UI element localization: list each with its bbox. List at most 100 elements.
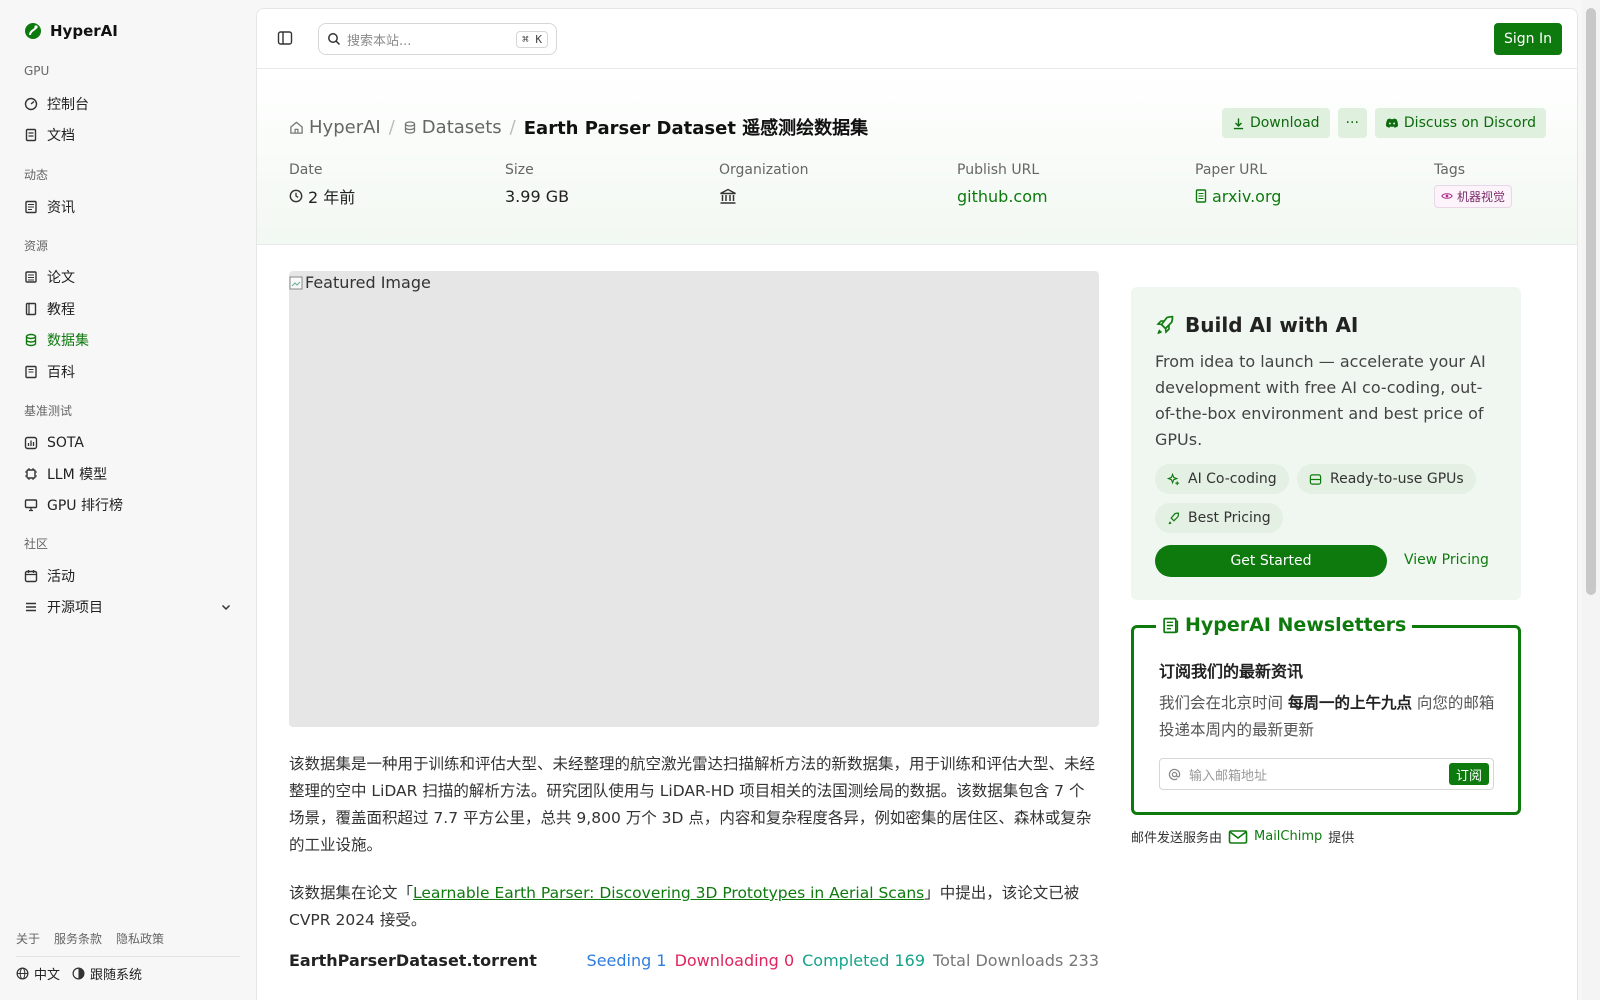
theme-switch[interactable]: 跟随系统	[72, 964, 142, 983]
downloading-count: 0	[783, 951, 795, 970]
newsletter-title: HyperAI Newsletters	[1156, 614, 1413, 636]
sidebar-toggle-icon[interactable]	[277, 30, 293, 46]
meta-tags-label: Tags	[1434, 162, 1465, 178]
email-form: 输入邮箱地址 订阅	[1159, 758, 1494, 790]
newsletter-box: HyperAI Newsletters 订阅我们的最新资讯 我们会在北京时间 每…	[1131, 614, 1521, 815]
torrent-file-link[interactable]: EarthParserDataset.torrent	[289, 951, 537, 970]
email-input[interactable]: 输入邮箱地址	[1189, 765, 1441, 784]
sidebar-item-label: 文档	[47, 128, 75, 144]
featured-image-alt: Featured Image	[289, 273, 431, 292]
newsletter-text-bold: 每周一的上午九点	[1287, 694, 1412, 712]
language-switch[interactable]: 中文	[16, 964, 60, 983]
get-started-button[interactable]: Get Started	[1155, 545, 1387, 577]
chip-label: Best Pricing	[1188, 510, 1271, 526]
breadcrumb-home[interactable]: HyperAI	[289, 117, 381, 138]
paper-url-link[interactable]: arxiv.org	[1195, 186, 1281, 206]
section-label-resources: 资源	[24, 239, 49, 253]
tag-computer-vision[interactable]: 机器视觉	[1434, 184, 1513, 208]
promo-description: From idea to launch — accelerate your AI…	[1155, 352, 1486, 449]
paper-url-text: arxiv.org	[1212, 186, 1282, 206]
download-label: Download	[1249, 115, 1320, 131]
sidebar-item-events[interactable]: 活动	[24, 564, 232, 588]
paper-note-before: 该数据集在论文「	[289, 884, 414, 902]
clock-icon	[289, 189, 303, 203]
meta-date: Date 2 年前	[289, 162, 355, 207]
sidebar-item-sota[interactable]: SOTA	[24, 431, 232, 455]
meta-organization-value	[719, 186, 809, 206]
total-label: Total Downloads	[933, 951, 1064, 970]
sidebar-item-llm[interactable]: LLM 模型	[24, 462, 232, 486]
sidebar-item-wiki[interactable]: 百科	[24, 360, 232, 384]
sparkle-icon	[1167, 472, 1180, 486]
scrollbar-thumb[interactable]	[1586, 8, 1596, 595]
mailchimp-link[interactable]: MailChimp	[1254, 829, 1322, 844]
search-box[interactable]: 搜索本站... ⌘ K	[318, 23, 557, 55]
meta-size-label: Size	[505, 162, 534, 178]
brand-name: HyperAI	[50, 22, 118, 40]
list-icon	[24, 600, 38, 614]
footer-link-privacy[interactable]: 隐私政策	[116, 930, 164, 947]
seeding-count: 1	[656, 951, 667, 970]
brand[interactable]: HyperAI	[24, 22, 118, 40]
newspaper-icon	[1162, 617, 1179, 634]
globe-icon	[16, 967, 29, 980]
newsletter-title-text: HyperAI Newsletters	[1185, 614, 1407, 636]
sidebar-item-gpu-leaderboard[interactable]: GPU 排行榜	[24, 493, 232, 517]
section-label-dynamics: 动态	[24, 168, 49, 182]
breadcrumb-datasets[interactable]: Datasets	[403, 117, 502, 138]
search-icon	[327, 32, 341, 46]
download-button[interactable]: Download	[1221, 108, 1330, 138]
page-scrollbar[interactable]	[1582, 0, 1600, 1000]
featured-image: Featured Image	[289, 271, 1099, 727]
newsletter-description: 我们会在北京时间 每周一的上午九点 向您的邮箱投递本周内的最新更新	[1159, 690, 1499, 744]
meta-organization: Organization	[719, 162, 809, 206]
footer-link-about[interactable]: 关于	[16, 930, 40, 947]
more-options-button[interactable]: ···	[1337, 108, 1367, 138]
mail-provider-note: 邮件发送服务由 MailChimp 提供	[1131, 827, 1354, 846]
chevron-down-icon[interactable]	[220, 601, 232, 613]
sidebar-item-tutorials[interactable]: 教程	[24, 297, 232, 321]
discord-button[interactable]: Discuss on Discord	[1374, 108, 1546, 138]
sidebar-item-console[interactable]: 控制台	[24, 92, 232, 116]
paper-link[interactable]: Learnable Earth Parser: Discovering 3D P…	[413, 884, 924, 902]
sidebar-item-docs[interactable]: 文档	[24, 123, 232, 147]
subscribe-button[interactable]: 订阅	[1448, 763, 1489, 785]
chip-label: Ready-to-use GPUs	[1330, 471, 1464, 487]
sidebar-item-news[interactable]: 资讯	[24, 195, 232, 219]
footer-controls: 中文 跟随系统	[16, 964, 142, 983]
sidebar-item-label: 控制台	[47, 97, 89, 113]
page-title: Earth Parser Dataset 遥感测绘数据集	[523, 118, 869, 139]
sidebar-item-label: 论文	[47, 270, 75, 286]
main-panel: 搜索本站... ⌘ K Sign In HyperAI / Datasets /…	[256, 8, 1578, 1000]
sidebar-item-label: 教程	[47, 302, 75, 318]
breadcrumb-separator: /	[388, 116, 395, 138]
sidebar-item-label: GPU 排行榜	[47, 498, 123, 514]
view-pricing-link[interactable]: View Pricing	[1404, 552, 1489, 568]
language-label: 中文	[34, 968, 61, 983]
calendar-icon	[24, 569, 38, 583]
paper-icon	[24, 270, 38, 284]
downloading-label: Downloading	[674, 951, 779, 970]
sidebar-item-label: 资讯	[47, 200, 75, 216]
breadcrumb-datasets-label: Datasets	[421, 116, 502, 138]
paper-note: 该数据集在论文「Learnable Earth Parser: Discover…	[289, 880, 1099, 934]
total-count: 233	[1068, 951, 1099, 970]
provider-after: 提供	[1328, 831, 1355, 846]
promo-title-text: Build AI with AI	[1185, 313, 1359, 337]
torrent-stats: Seeding 1 Downloading 0 Completed 169 To…	[587, 951, 1099, 970]
search-input[interactable]: 搜索本站...	[347, 30, 510, 49]
sidebar-item-open-source[interactable]: 开源项目	[24, 595, 232, 619]
header-actions: Download ··· Discuss on Discord	[1221, 108, 1546, 138]
more-icon: ···	[1345, 115, 1359, 131]
footer-link-terms[interactable]: 服务条款	[54, 930, 102, 947]
sign-in-button[interactable]: Sign In	[1494, 23, 1562, 55]
gauge-icon	[24, 97, 38, 111]
footer-divider	[16, 956, 240, 957]
sidebar-item-datasets[interactable]: 数据集	[24, 328, 232, 352]
sidebar-item-papers[interactable]: 论文	[24, 265, 232, 289]
featured-image-alt-text: Featured Image	[305, 273, 431, 292]
hyperai-logo-icon	[24, 22, 42, 40]
home-icon	[289, 120, 304, 135]
publish-url-link[interactable]: github.com	[957, 186, 1048, 206]
dataset-header: HyperAI / Datasets / Earth Parser Datase…	[257, 70, 1577, 245]
